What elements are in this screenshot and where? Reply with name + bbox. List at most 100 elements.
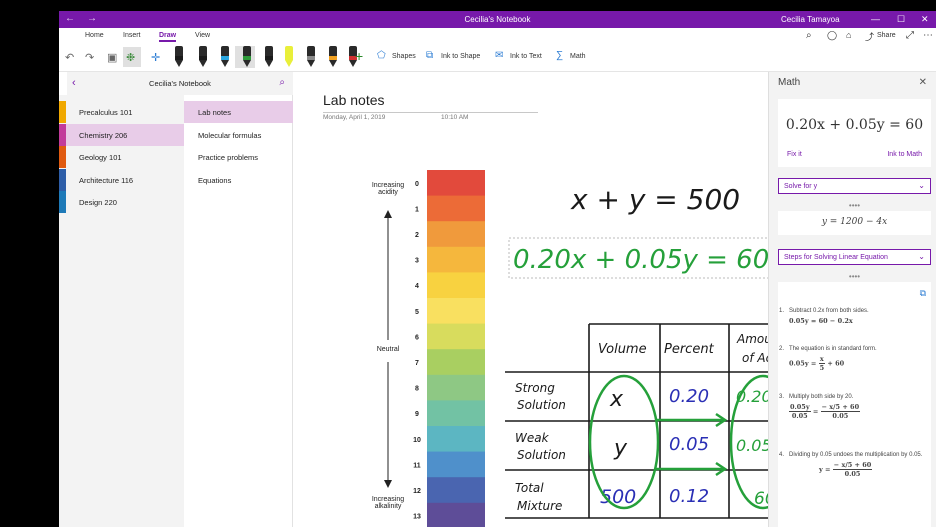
shapes-icon[interactable]: ⬠ [377, 50, 386, 61]
math-icon[interactable]: ∑ [556, 50, 563, 61]
ph-level-swatch [427, 272, 485, 299]
tab-home[interactable]: Home [85, 32, 104, 39]
ink-to-text-icon[interactable]: ✉ [495, 50, 503, 61]
step-4: 4. Dividing by 0.05 undoes the multiplic… [779, 452, 924, 478]
fix-it-link[interactable]: Fix it [787, 151, 802, 158]
row-3-label-line-1: Total [515, 481, 544, 495]
expand-icon[interactable]: ⤢ [906, 30, 914, 41]
share-button[interactable]: Share [877, 32, 896, 39]
copy-steps-icon[interactable]: ⧉ [920, 288, 926, 299]
shapes-button[interactable]: Shapes [392, 53, 416, 60]
table-header-amount-line-2: of Acid [742, 351, 768, 365]
ph-level-swatch [427, 451, 485, 478]
table-header-amount-line-1: Amount [736, 332, 768, 346]
page-item[interactable]: Equations [184, 169, 293, 191]
redo-icon[interactable]: ↷ [85, 51, 94, 64]
notebook-header: ‹ Cecilia's Notebook ⌕ [67, 72, 293, 95]
close-icon[interactable]: ✕ [921, 14, 929, 25]
lightbulb-icon[interactable]: ◯ [827, 30, 837, 41]
tab-insert[interactable]: Insert [123, 32, 141, 39]
step-formula: 0.05y = x5 + 60 [789, 355, 924, 372]
math-pane-title: Math [778, 77, 801, 88]
section-item[interactable]: Design 220 [59, 191, 184, 213]
table-header-volume: Volume [598, 342, 647, 357]
undo-icon[interactable]: ↶ [65, 51, 74, 64]
close-icon[interactable]: ✕ [919, 77, 927, 88]
bell-icon[interactable]: ⌂ [846, 30, 851, 40]
ink-to-shape-icon[interactable]: ⧉ [426, 50, 433, 61]
cell-volume-2: y [613, 436, 628, 461]
pen-tool-5[interactable] [261, 46, 277, 68]
minimize-icon[interactable]: — [871, 14, 880, 24]
add-pen-icon[interactable]: + [355, 48, 363, 64]
ph-level-swatch [427, 221, 485, 248]
ink-to-shape-button[interactable]: Ink to Shape [441, 53, 480, 60]
page-item[interactable]: Molecular formulas [184, 124, 293, 146]
section-label: Chemistry 206 [79, 130, 128, 140]
section-item[interactable]: Geology 101 [59, 146, 184, 168]
page-label: Practice problems [198, 153, 259, 162]
page-item[interactable]: Lab notes [184, 101, 293, 123]
ph-level-number: 8 [415, 386, 419, 393]
note-canvas[interactable]: Lab notes Monday, April 1, 2019 10:10 AM… [293, 72, 768, 527]
ph-level-swatch [427, 400, 485, 427]
ph-level-swatch [427, 195, 485, 222]
steps-dropdown[interactable]: Steps for Solving Linear Equation ⌄ [778, 249, 931, 265]
section-color-tab [59, 101, 66, 123]
section-color-tab [59, 146, 66, 168]
ph-level-number: 10 [413, 437, 421, 444]
pen-tool-6[interactable] [281, 46, 297, 68]
ph-level-swatch [427, 349, 485, 376]
ph-level-number: 4 [415, 283, 419, 290]
row-2-label-line-1: Weak [515, 431, 550, 445]
ph-level-swatch [427, 323, 485, 350]
pen-tool-3[interactable] [217, 46, 233, 68]
fraction-den: 0.05 [844, 470, 861, 478]
ink-to-text-button[interactable]: Ink to Text [510, 53, 542, 60]
pen-tool-7[interactable] [303, 46, 319, 68]
step-number: 4. [779, 452, 785, 458]
lasso-select-icon[interactable]: ❉ [126, 51, 135, 64]
pan-icon[interactable]: ✛ [151, 51, 160, 64]
math-button[interactable]: Math [570, 53, 586, 60]
drag-handle[interactable]: •••• [778, 202, 931, 210]
page-list: Lab notes Molecular formulas Practice prob… [184, 95, 293, 527]
step-3: 3. Multiply both side by 20. 0.05y 0.05 =… [779, 394, 924, 420]
pen-tool-4[interactable] [239, 46, 255, 68]
ph-level-number: 12 [413, 488, 421, 495]
ph-level-swatch [427, 426, 485, 453]
ink-equation-2: 0.20x + 0.05y = 60 [513, 245, 768, 275]
ph-level-swatch [427, 298, 485, 325]
formula-lhs: 0.05y [789, 359, 809, 368]
maximize-icon[interactable]: ☐ [897, 14, 905, 25]
notebook-name[interactable]: Cecilia's Notebook [67, 79, 293, 88]
fraction: 0.05y 0.05 [789, 403, 811, 420]
lasso-icon[interactable]: ▣ [107, 51, 117, 64]
ph-level-swatch [427, 502, 485, 527]
tab-view[interactable]: View [195, 32, 210, 39]
section-item[interactable]: Precalculus 101 [59, 101, 184, 123]
action-dropdown[interactable]: Solve for y ⌄ [778, 178, 931, 194]
pen-tool-1[interactable] [171, 46, 187, 68]
tab-draw[interactable]: Draw [159, 32, 177, 42]
pen-tool-8[interactable] [325, 46, 341, 68]
user-name[interactable]: Cecilia Tamayoa [781, 15, 840, 24]
drag-handle[interactable]: •••• [778, 273, 931, 281]
pen-tool-2[interactable] [195, 46, 211, 68]
search-icon[interactable]: ⌕ [279, 77, 285, 88]
more-options-icon[interactable]: ⋯ [923, 30, 933, 41]
ink-layer: 012345678910111213 x + y = 500 0.20x + 0… [384, 170, 768, 527]
result-equation: y = 1200 − 4x [821, 217, 888, 227]
formula-lhs: y = [819, 465, 833, 474]
ph-level-swatch [427, 246, 485, 273]
page-item[interactable]: Practice problems [184, 146, 293, 168]
step-number: 2. [779, 346, 785, 352]
section-item[interactable]: Architecture 116 [59, 168, 184, 191]
draw-toolbar: ↶ ↷ ▣ ❉ ✛ + ⬠ Shapes ⧉ Ink to Shape ✉ In… [59, 42, 936, 72]
page-label: Lab notes [198, 108, 231, 117]
ink-to-math-link[interactable]: Ink to Math [887, 151, 922, 158]
fraction-num: − x/5 + 60 [832, 461, 873, 470]
ph-arrow-down-head [384, 480, 392, 488]
section-item[interactable]: Chemistry 206 [59, 123, 184, 146]
search-icon[interactable]: ⌕ [806, 30, 812, 41]
